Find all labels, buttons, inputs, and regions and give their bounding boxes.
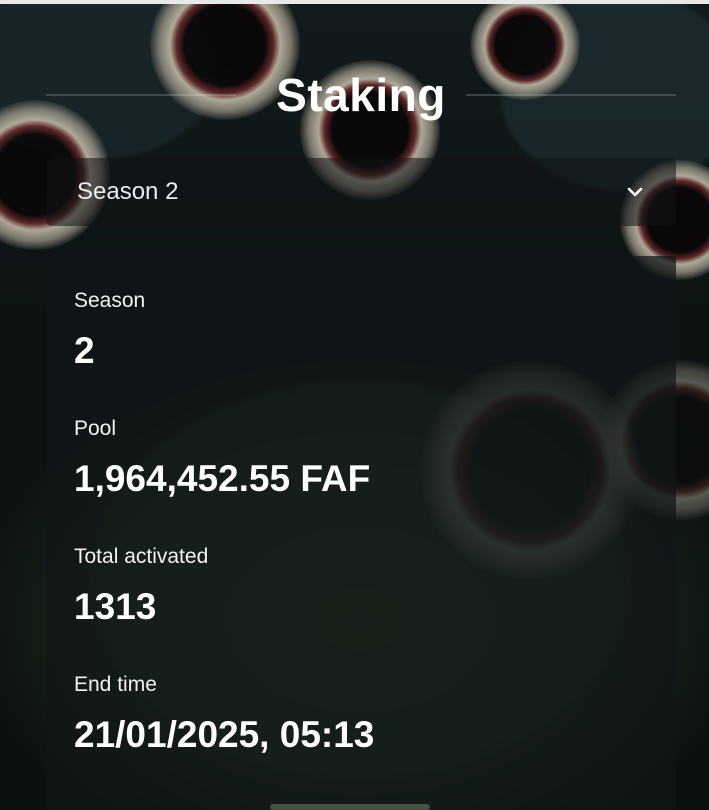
- end-time-value: 21/01/2025, 05:13: [74, 714, 375, 755]
- pool-field: Pool 1,964,452.55 FAF: [74, 414, 676, 510]
- staking-details-card: Season 2 Pool 1,964,452.55 FAF Total act…: [46, 256, 676, 810]
- title-divider-left: [46, 94, 236, 96]
- season-value: 2: [74, 330, 95, 371]
- total-activated-field: Total activated 1313: [74, 542, 676, 638]
- title-divider-right: [466, 94, 676, 96]
- end-time-field: End time 21/01/2025, 05:13: [74, 670, 676, 766]
- season-select[interactable]: Season 2: [46, 158, 676, 226]
- end-time-label: End time: [74, 673, 157, 696]
- pool-value: 1,964,452.55 FAF: [74, 458, 371, 499]
- season-field: Season 2: [74, 286, 676, 382]
- pool-label: Pool: [74, 417, 117, 440]
- page-title: Staking: [276, 69, 446, 121]
- chevron-down-icon[interactable]: [624, 181, 646, 203]
- header: Staking: [46, 62, 676, 128]
- total-activated-label: Total activated: [74, 545, 209, 568]
- season-label: Season: [74, 289, 146, 312]
- total-activated-value: 1313: [74, 586, 157, 627]
- bottom-indicator: [270, 804, 430, 810]
- top-edge-strip: [0, 0, 709, 4]
- season-select-value: Season 2: [77, 178, 179, 205]
